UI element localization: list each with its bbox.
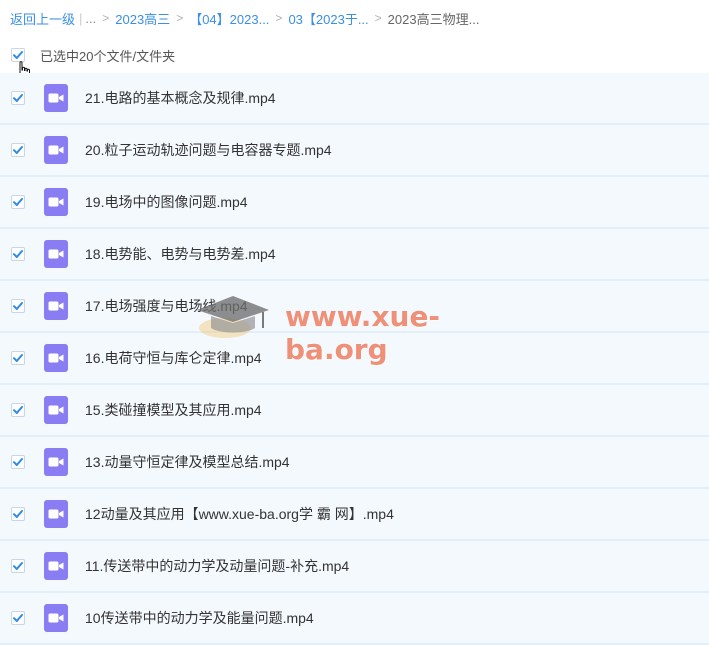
checkmark-icon [13,354,23,362]
file-row[interactable]: 11.传送带中的动力学及动量问题-补充.mp4 [0,541,709,593]
breadcrumb-item-2[interactable]: 【04】2023... [189,9,269,28]
video-camera-icon [48,405,64,415]
file-row[interactable]: 12动量及其应用【www.xue-ba.org学 霸 网】.mp4 [0,489,709,541]
file-name[interactable]: 17.电场强度与电场线.mp4 [85,296,248,316]
video-camera-icon [48,197,64,207]
file-name[interactable]: 13.动量守恒定律及模型总结.mp4 [85,452,290,472]
chevron-right-icon: > [176,11,184,25]
file-row[interactable]: 19.电场中的图像问题.mp4 [0,177,709,229]
video-camera-icon [48,561,64,571]
file-row[interactable]: 13.动量守恒定律及模型总结.mp4 [0,437,709,489]
video-camera-icon [48,613,64,623]
file-checkbox[interactable] [11,403,25,417]
file-checkbox[interactable] [11,507,25,521]
file-checkbox[interactable] [11,559,25,573]
breadcrumb-current: 2023高三物理... [387,11,480,27]
video-camera-icon [48,509,64,519]
video-file-icon [44,188,68,216]
checkmark-icon [13,406,23,414]
breadcrumb-item-3[interactable]: 03【2023于... [288,9,368,28]
checkmark-icon [13,250,23,258]
file-row[interactable]: 10传送带中的动力学及能量问题.mp4 [0,593,709,645]
back-link[interactable]: 返回上一级 [10,9,75,28]
video-file-icon [44,84,68,112]
selection-count-label: 已选中20个文件/文件夹 [40,48,176,64]
file-row[interactable]: 21.电路的基本概念及规律.mp4 [0,73,709,125]
checkmark-icon [13,146,23,154]
video-file-icon [44,344,68,372]
video-file-icon [44,136,68,164]
file-row[interactable]: 18.电势能、电势与电势差.mp4 [0,229,709,281]
checkmark-icon [13,94,23,102]
chevron-right-icon: > [275,11,283,25]
file-name[interactable]: 10传送带中的动力学及能量问题.mp4 [85,608,314,628]
select-all-bar: 已选中20个文件/文件夹 [0,40,709,70]
file-name[interactable]: 20.粒子运动轨迹问题与电容器专题.mp4 [85,140,332,160]
file-name[interactable]: 12动量及其应用【www.xue-ba.org学 霸 网】.mp4 [85,504,394,524]
file-name[interactable]: 21.电路的基本概念及规律.mp4 [85,88,276,108]
file-checkbox[interactable] [11,247,25,261]
checkmark-icon [13,614,23,622]
breadcrumb-item-1[interactable]: 2023高三 [115,9,170,28]
file-row[interactable]: 17.电场强度与电场线.mp4 [0,281,709,333]
file-row[interactable]: 15.类碰撞模型及其应用.mp4 [0,385,709,437]
file-checkbox[interactable] [11,143,25,157]
video-camera-icon [48,145,64,155]
file-name[interactable]: 19.电场中的图像问题.mp4 [85,192,248,212]
checkmark-icon [13,458,23,466]
file-checkbox[interactable] [11,611,25,625]
file-name[interactable]: 11.传送带中的动力学及动量问题-补充.mp4 [85,556,349,576]
video-file-icon [44,292,68,320]
file-list: 21.电路的基本概念及规律.mp4 20.粒子运动轨迹问题与电容器专题.mp4 19… [0,73,709,645]
video-file-icon [44,500,68,528]
file-checkbox[interactable] [11,195,25,209]
checkmark-icon [13,562,23,570]
file-row[interactable]: 16.电荷守恒与库仑定律.mp4 [0,333,709,385]
video-file-icon [44,604,68,632]
file-checkbox[interactable] [11,455,25,469]
breadcrumb-ellipsis[interactable]: ... [85,11,96,26]
video-camera-icon [48,353,64,363]
video-camera-icon [48,301,64,311]
video-file-icon [44,396,68,424]
file-checkbox[interactable] [11,351,25,365]
checkmark-icon [13,510,23,518]
video-camera-icon [48,249,64,259]
video-file-icon [44,240,68,268]
checkmark-icon [13,198,23,206]
file-checkbox[interactable] [11,91,25,105]
chevron-right-icon: > [374,11,382,25]
checkmark-icon [13,302,23,310]
chevron-right-icon: > [102,11,110,25]
file-name[interactable]: 15.类碰撞模型及其应用.mp4 [85,400,262,420]
file-row[interactable]: 20.粒子运动轨迹问题与电容器专题.mp4 [0,125,709,177]
video-camera-icon [48,457,64,467]
video-file-icon [44,552,68,580]
file-name[interactable]: 18.电势能、电势与电势差.mp4 [85,244,276,264]
video-camera-icon [48,93,64,103]
video-file-icon [44,448,68,476]
file-name[interactable]: 16.电荷守恒与库仑定律.mp4 [85,348,262,368]
file-checkbox[interactable] [11,299,25,313]
breadcrumb-divider: | [79,10,83,26]
breadcrumb: 返回上一级 | ... > 2023高三 > 【04】2023... > 03【… [10,8,479,28]
